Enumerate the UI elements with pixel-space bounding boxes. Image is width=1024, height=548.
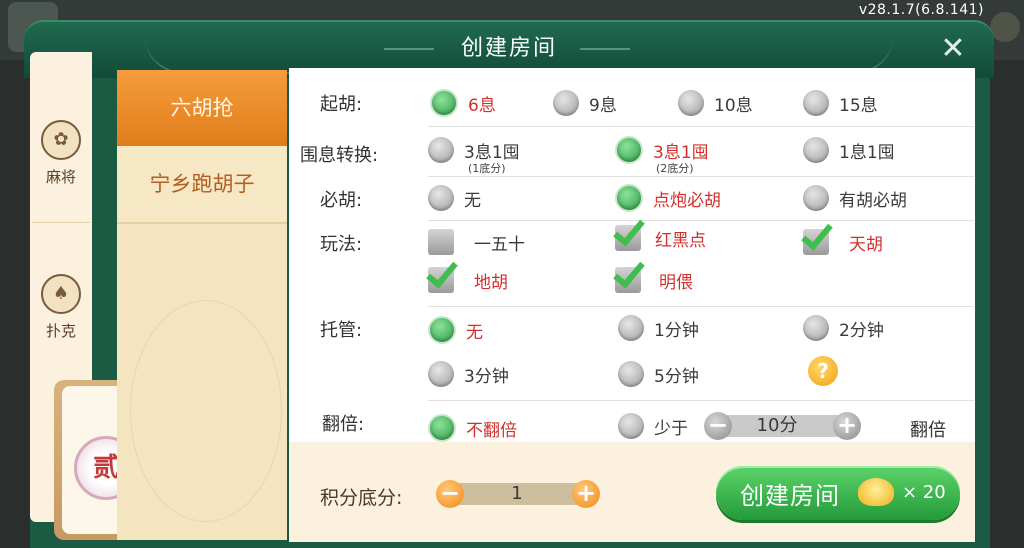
- fanbei-minus-button[interactable]: −: [704, 412, 732, 440]
- score-value: 1: [448, 483, 586, 505]
- bihu-option-none[interactable]: 无: [428, 184, 481, 212]
- checkbox-checked: [615, 225, 641, 251]
- radio: [618, 315, 644, 341]
- tuoguan-option-none[interactable]: 无: [428, 316, 483, 344]
- bihu-option-youhu[interactable]: 有胡必胡: [803, 184, 907, 212]
- peony-decoration: [130, 300, 282, 522]
- tuoguan-option-5min[interactable]: 5分钟: [618, 360, 699, 388]
- radio: [553, 90, 579, 116]
- qihu-label: 起胡:: [320, 94, 363, 115]
- background-gear-icon: [990, 12, 1020, 42]
- score-plus-button[interactable]: +: [572, 480, 600, 508]
- radio: [618, 413, 644, 439]
- bihu-label: 必胡:: [320, 190, 363, 211]
- radio: [428, 361, 454, 387]
- checkbox-checked: [615, 267, 641, 293]
- create-room-button[interactable]: 创建房间 × 20: [716, 466, 960, 520]
- weixi-option-3[interactable]: 1息1囤: [803, 136, 895, 164]
- create-cost: × 20: [902, 482, 946, 503]
- version-label: v28.1.7(6.8.141): [858, 2, 984, 18]
- wanfa-yiwushi[interactable]: 一五十: [428, 228, 525, 256]
- row-divider: [428, 220, 974, 221]
- fanbei-suffix: 翻倍: [910, 420, 946, 441]
- dialog-title: 创建房间: [460, 36, 557, 61]
- radio-selected: [615, 184, 643, 212]
- fanbei-label: 翻倍:: [322, 414, 365, 435]
- category-label: 扑克: [45, 322, 76, 340]
- fanbei-option-none[interactable]: 不翻倍: [428, 414, 517, 442]
- radio: [803, 315, 829, 341]
- tuoguan-option-3min[interactable]: 3分钟: [428, 360, 509, 388]
- weixi-label: 围息转换:: [300, 145, 379, 166]
- spade-icon: ♠: [41, 274, 81, 314]
- tuoguan-option-2min[interactable]: 2分钟: [803, 314, 884, 342]
- weixi-sub-2: (2底分): [656, 162, 694, 175]
- row-divider: [428, 400, 974, 401]
- radio-selected: [430, 89, 458, 117]
- wanfa-tianhu[interactable]: 天胡: [803, 228, 883, 256]
- close-icon[interactable]: ✕: [936, 32, 970, 66]
- category-divider: [32, 222, 90, 223]
- wanfa-dihu[interactable]: 地胡: [428, 266, 508, 294]
- row-divider: [428, 306, 974, 307]
- radio: [428, 185, 454, 211]
- mahjong-flower-icon: ✿: [41, 120, 81, 160]
- fanbei-option-less[interactable]: 少于: [618, 412, 688, 440]
- fanbei-threshold-value: 10分: [716, 415, 838, 437]
- checkbox: [428, 229, 454, 255]
- fanbei-plus-button[interactable]: +: [833, 412, 861, 440]
- wanfa-label: 玩法:: [320, 234, 363, 255]
- radio-selected: [615, 136, 643, 164]
- game-item-liuhuqiang[interactable]: 六胡抢: [117, 70, 287, 146]
- radio: [678, 90, 704, 116]
- category-poker[interactable]: ♠ 扑克: [30, 274, 92, 341]
- radio: [803, 137, 829, 163]
- tuoguan-label: 托管:: [320, 320, 363, 341]
- title-ornament-right: [580, 48, 630, 50]
- wanfa-hongheidian[interactable]: 红黑点: [615, 224, 706, 252]
- gold-ingot-icon: [858, 478, 894, 506]
- tuoguan-option-1min[interactable]: 1分钟: [618, 314, 699, 342]
- radio-selected: [428, 316, 456, 344]
- radio: [618, 361, 644, 387]
- help-icon[interactable]: ?: [808, 356, 838, 386]
- radio: [428, 137, 454, 163]
- bihu-option-dianpao[interactable]: 点炮必胡: [615, 184, 721, 212]
- score-label: 积分底分:: [320, 487, 403, 509]
- wanfa-mingwei[interactable]: 明偎: [615, 266, 693, 294]
- game-item-ningxiang[interactable]: 宁乡跑胡子: [117, 146, 287, 224]
- checkbox-checked: [803, 229, 829, 255]
- score-minus-button[interactable]: −: [436, 480, 464, 508]
- qihu-option-15[interactable]: 15息: [803, 89, 878, 117]
- checkbox-checked: [428, 267, 454, 293]
- weixi-sub-1: (1底分): [468, 162, 506, 175]
- radio: [803, 90, 829, 116]
- category-mahjong[interactable]: ✿ 麻将: [30, 120, 92, 187]
- row-divider: [428, 176, 974, 177]
- radio: [803, 185, 829, 211]
- category-label: 麻将: [45, 168, 76, 186]
- qihu-option-6[interactable]: 6息: [430, 89, 496, 117]
- create-room-label: 创建房间: [740, 482, 840, 510]
- row-divider: [428, 126, 974, 127]
- radio-selected: [428, 414, 456, 442]
- qihu-option-10[interactable]: 10息: [678, 89, 753, 117]
- qihu-option-9[interactable]: 9息: [553, 89, 617, 117]
